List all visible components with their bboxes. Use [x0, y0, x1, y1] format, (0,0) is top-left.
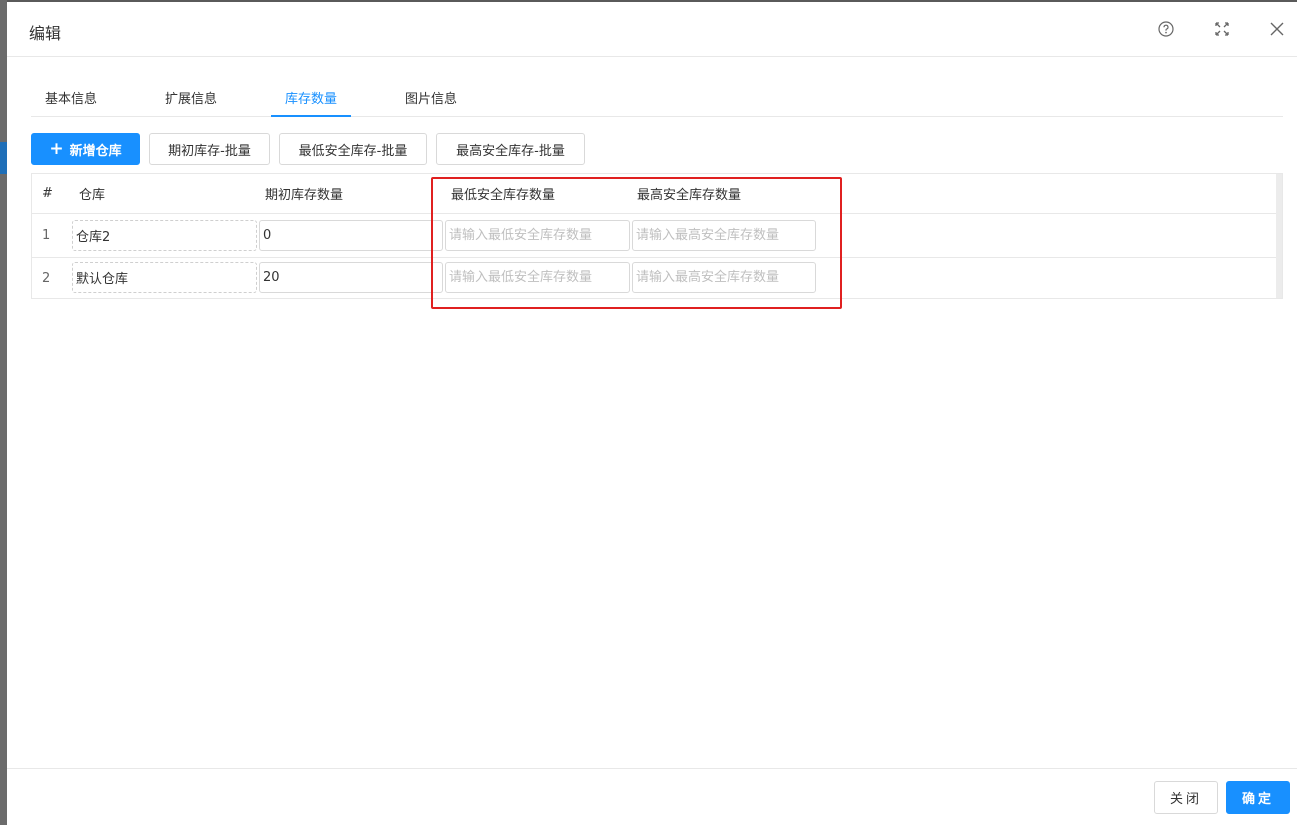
col-max-safety-header: 最高安全库存数量 — [637, 188, 742, 203]
col-warehouse-header: 仓库 — [79, 188, 106, 203]
initial-stock-input[interactable] — [259, 262, 443, 293]
plus-icon: + — [49, 138, 64, 159]
min-safety-input[interactable] — [445, 220, 630, 251]
confirm-button[interactable]: 确定 — [1226, 781, 1290, 814]
col-index-header: # — [42, 186, 53, 201]
add-warehouse-button[interactable]: + 新增仓库 — [31, 133, 140, 165]
warehouse-field[interactable] — [72, 262, 257, 293]
table-row: 2 — [32, 258, 1276, 299]
row-index: 1 — [42, 228, 51, 243]
edit-modal: 编辑 基本信息 扩展信息 库存数量 图片信息 + 新增仓库 期初库存-批量 最低… — [7, 2, 1297, 825]
tab-basic-info[interactable]: 基本信息 — [31, 88, 111, 117]
page-backdrop — [0, 0, 7, 825]
tab-extended-info[interactable]: 扩展信息 — [151, 88, 231, 117]
initial-stock-input[interactable] — [259, 220, 443, 251]
col-min-safety-header: 最低安全库存数量 — [451, 188, 556, 203]
stock-grid: # 仓库 期初库存数量 最低安全库存数量 最高安全库存数量 1 2 — [31, 173, 1283, 299]
col-initial-header: 期初库存数量 — [265, 188, 344, 203]
max-safety-input[interactable] — [632, 220, 816, 251]
grid-header-row: # 仓库 期初库存数量 最低安全库存数量 最高安全库存数量 — [32, 174, 1276, 214]
batch-max-safety-button[interactable]: 最高安全库存-批量 — [436, 133, 585, 165]
modal-title: 编辑 — [29, 24, 62, 43]
table-row: 1 — [32, 214, 1276, 258]
close-button[interactable]: 关闭 — [1154, 781, 1218, 814]
add-warehouse-label: 新增仓库 — [69, 143, 122, 159]
max-safety-input[interactable] — [632, 262, 816, 293]
row-index: 2 — [42, 271, 51, 286]
tab-bar: 基本信息 扩展信息 库存数量 图片信息 — [31, 78, 1283, 117]
warehouse-field[interactable] — [72, 220, 257, 251]
close-icon[interactable] — [1266, 18, 1288, 40]
grid-scrollbar[interactable] — [1276, 174, 1282, 298]
tab-stock-quantity[interactable]: 库存数量 — [271, 88, 352, 117]
batch-initial-stock-button[interactable]: 期初库存-批量 — [149, 133, 270, 165]
fullscreen-icon[interactable] — [1211, 18, 1233, 40]
help-circle-icon[interactable] — [1155, 18, 1177, 40]
batch-min-safety-button[interactable]: 最低安全库存-批量 — [279, 133, 427, 165]
backdrop-nav-item — [0, 142, 7, 174]
modal-header: 编辑 — [7, 2, 1297, 57]
tab-image-info[interactable]: 图片信息 — [391, 88, 471, 117]
modal-footer: 关闭 确定 — [7, 768, 1297, 825]
min-safety-input[interactable] — [445, 262, 630, 293]
